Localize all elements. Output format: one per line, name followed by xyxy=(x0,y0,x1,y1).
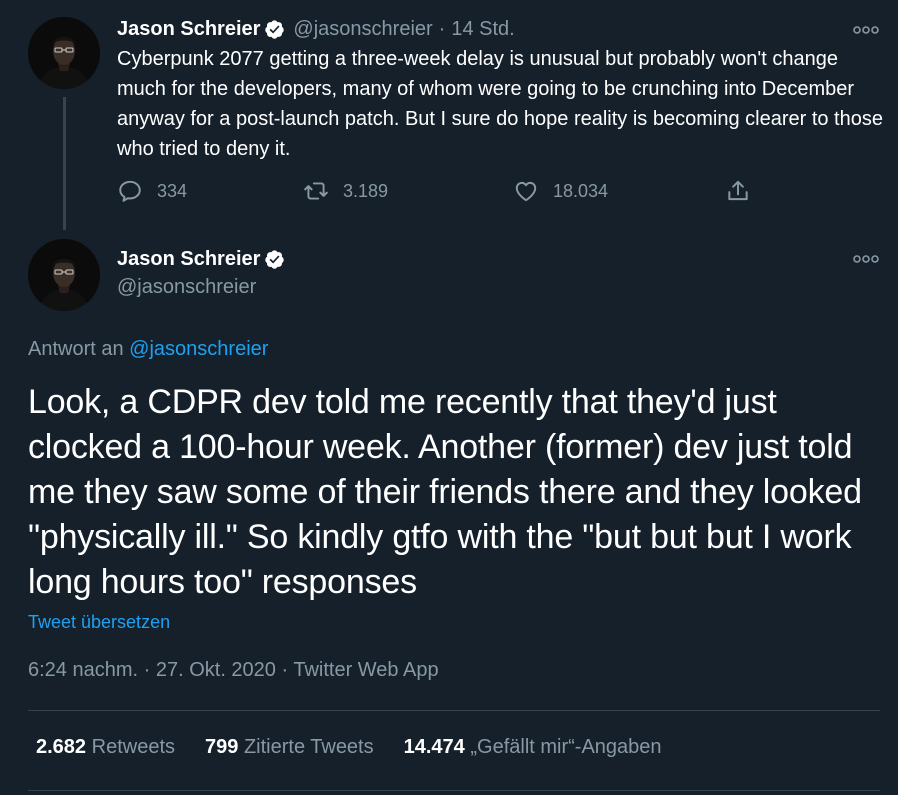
share-button[interactable] xyxy=(725,178,765,204)
tweet-meta[interactable]: 6:24 nachm. · 27. Okt. 2020 · Twitter We… xyxy=(28,659,439,682)
separator: · xyxy=(438,18,446,40)
author-handle[interactable]: @jasonschreier xyxy=(293,18,432,41)
verified-icon xyxy=(265,20,285,39)
translate-tweet-link[interactable]: Tweet übersetzen xyxy=(28,612,170,633)
more-icon[interactable] xyxy=(852,253,880,265)
tweet-stats: 2.682 Retweets 799 Zitierte Tweets 14.47… xyxy=(36,736,692,759)
reply-icon xyxy=(119,180,141,202)
tweet-thread: Jason Schreier @jasonschreier · 14 Std. … xyxy=(0,0,898,795)
reply-button[interactable]: 334 xyxy=(117,178,187,204)
like-count: 18.034 xyxy=(553,180,609,201)
more-icon[interactable] xyxy=(852,24,880,36)
tweet-time[interactable]: 14 Std. xyxy=(451,18,514,41)
author-handle[interactable]: @jasonschreier xyxy=(117,276,256,299)
author-name[interactable]: Jason Schreier xyxy=(117,248,260,271)
quotes-value: 799 xyxy=(205,736,239,758)
like-button[interactable]: 18.034 xyxy=(513,178,608,204)
tweet2-header: Jason Schreier xyxy=(117,248,285,271)
reply-context: Antwort an @jasonschreier xyxy=(28,338,268,361)
avatar[interactable] xyxy=(28,239,100,311)
avatar[interactable] xyxy=(28,17,100,89)
author-name[interactable]: Jason Schreier xyxy=(117,18,260,41)
tweet1-actions: 334 3.189 18.034 xyxy=(117,178,767,210)
likes-label: „Gefällt mir“-Angaben xyxy=(470,736,662,758)
quotes-label: Zitierte Tweets xyxy=(243,736,374,758)
thread-connector-line xyxy=(63,97,66,230)
retweets-stat[interactable]: 2.682 Retweets xyxy=(36,736,175,759)
like-icon xyxy=(515,181,537,202)
reply-prefix: Antwort an xyxy=(28,338,130,360)
divider xyxy=(28,790,880,791)
likes-value: 14.474 xyxy=(403,736,465,758)
verified-icon xyxy=(265,250,285,269)
quotes-stat[interactable]: 799 Zitierte Tweets xyxy=(205,736,374,759)
divider xyxy=(28,710,880,711)
retweet-button[interactable]: 3.189 xyxy=(303,178,388,204)
retweets-label: Retweets xyxy=(91,736,175,758)
reply-count: 334 xyxy=(157,180,188,201)
tweet1-header: Jason Schreier @jasonschreier · 14 Std. xyxy=(117,18,515,41)
retweets-value: 2.682 xyxy=(36,736,87,758)
retweet-icon xyxy=(304,182,328,200)
likes-stat[interactable]: 14.474 „Gefällt mir“-Angaben xyxy=(404,736,662,759)
tweet1-text: Cyberpunk 2077 getting a three-week dela… xyxy=(117,48,883,160)
tweet2-text: Look, a CDPR dev told me recently that t… xyxy=(28,383,862,601)
retweet-count: 3.189 xyxy=(343,180,389,201)
share-icon xyxy=(728,180,748,201)
reply-handle-link[interactable]: @jasonschreier xyxy=(129,338,268,360)
